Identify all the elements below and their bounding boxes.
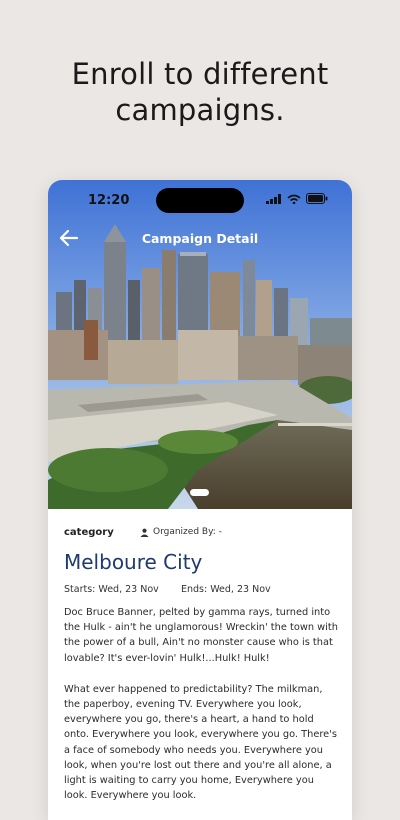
battery-icon	[306, 193, 328, 204]
signal-icon	[266, 193, 281, 204]
headline-line-1: Enroll to different	[71, 57, 329, 91]
app-bar-title: Campaign Detail	[141, 231, 259, 246]
campaign-title: Melboure City	[64, 550, 203, 574]
campaign-image[interactable]: 12:20 Campaign Detail	[48, 180, 352, 509]
status-time: 12:20	[88, 193, 130, 208]
organized-by-text: Organized By: -	[153, 527, 222, 537]
end-date: Ends: Wed, 23 Nov	[181, 584, 271, 595]
headline: Enroll to different campaigns.	[0, 56, 400, 128]
phone-screen: 12:20 Campaign Detail category Organized…	[48, 180, 352, 820]
description-paragraph-2: What ever happened to predictability? Th…	[64, 683, 337, 802]
dynamic-island	[156, 188, 244, 213]
headline-line-2: campaigns.	[115, 93, 285, 127]
carousel-indicator[interactable]	[190, 489, 209, 496]
status-icons	[266, 193, 328, 204]
person-icon	[140, 528, 149, 537]
meta-row: category Organized By: -	[64, 527, 344, 541]
description-paragraph-1: Doc Bruce Banner, pelted by gamma rays, …	[64, 607, 338, 664]
wifi-icon	[287, 194, 301, 204]
organizer: Organized By: -	[140, 527, 222, 537]
campaign-description: Doc Bruce Banner, pelted by gamma rays, …	[64, 605, 340, 819]
category-label: category	[64, 527, 114, 538]
start-date: Starts: Wed, 23 Nov	[64, 584, 159, 595]
app-bar: Campaign Detail	[48, 224, 352, 254]
